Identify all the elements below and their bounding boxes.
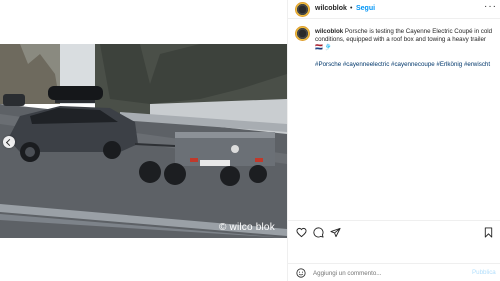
photo-image [0,44,287,238]
more-icon[interactable]: ··· [484,1,497,12]
photo-watermark: © wilco blok [219,222,275,233]
caption-hashtags[interactable]: #Porsche #cayenneelectric #cayennecoupe … [315,61,495,69]
avatar[interactable] [295,2,310,17]
page: © wilco blok wilcoblok • Segui ··· wilco… [0,0,500,281]
post-modal: © wilco blok wilcoblok • Segui ··· wilco… [0,0,500,281]
heart-icon[interactable] [296,227,307,238]
username-link[interactable]: wilcoblok [315,5,347,12]
caption-username[interactable]: wilcoblok [315,28,343,35]
publish-button[interactable]: Pubblica [472,269,496,276]
post-sidebar: wilcoblok • Segui ··· wilcoblok Porsche … [287,0,500,281]
separator-dot: • [350,5,353,12]
post-caption: wilcoblok Porsche is testing the Cayenne… [315,28,495,52]
comment-bar: Pubblica [288,263,500,281]
comment-icon[interactable] [313,227,324,238]
comment-input[interactable] [313,269,463,278]
post-photo: © wilco blok [0,0,287,281]
chevron-left-icon[interactable] [3,136,15,148]
post-header: wilcoblok • Segui ··· [288,0,500,19]
share-icon[interactable] [330,227,341,238]
follow-button[interactable]: Segui [356,5,375,12]
emoji-icon[interactable] [296,268,306,278]
action-bar [288,220,500,242]
bookmark-icon[interactable] [483,227,494,238]
caption-avatar[interactable] [295,26,310,41]
